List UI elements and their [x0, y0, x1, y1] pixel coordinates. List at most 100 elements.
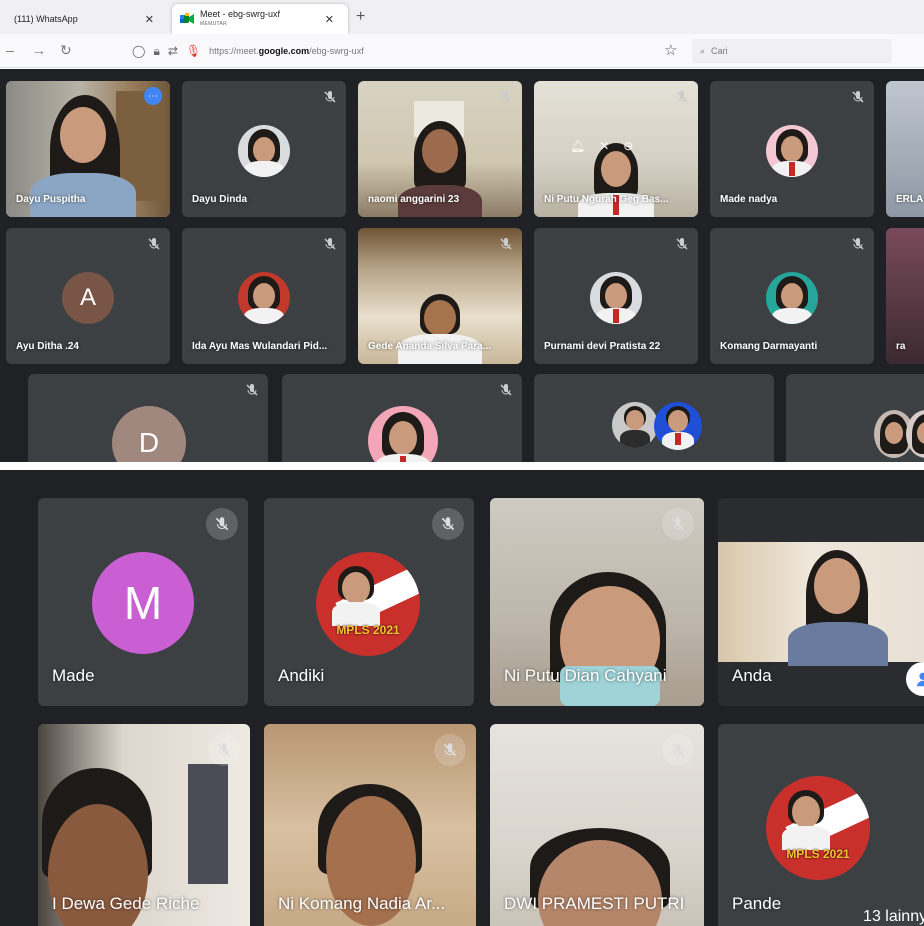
avatar: D — [112, 406, 186, 462]
mic-off-icon — [662, 508, 694, 540]
avatar — [766, 125, 818, 177]
tab-title: (111) WhatsApp — [14, 14, 78, 24]
participant-tile[interactable]: Anda — [718, 498, 924, 706]
meet-grid-bottom: M Made MPLS 2021 Andiki Ni Putu Dian Cah… — [0, 470, 924, 926]
mute-toggle-icon[interactable]: ✕ — [599, 139, 609, 153]
face — [60, 107, 106, 163]
participant-tile[interactable]: Dayu Dinda — [182, 81, 346, 217]
tab-whatsapp[interactable]: (111) WhatsApp ✕ — [0, 4, 168, 34]
tile-overlay-controls: 🔔︎ ✕ ⊖ — [570, 139, 633, 153]
mic-off-icon — [676, 91, 688, 103]
participant-tile[interactable]: MPLS 2021 Andiki — [264, 498, 474, 706]
url-text[interactable]: https://meet.google.com/ebg-swrg-uxf — [209, 46, 364, 56]
participant-tile[interactable]: Ni Komang Nadia Ar... — [264, 724, 476, 926]
search-input[interactable]: ⌕ Cari — [692, 39, 892, 63]
participant-name: Ni Putu Dian Cahyani — [504, 666, 667, 685]
participant-name: Dayu Puspitha — [16, 194, 86, 205]
shield-icon[interactable]: ◯ — [132, 44, 145, 58]
google-meet-icon — [180, 13, 194, 24]
forward-arrow-icon[interactable]: → — [32, 42, 46, 58]
participant-name: Ni Putu Ngurah Geg Bas... — [544, 194, 669, 205]
participant-tile[interactable]: MPLS 2021 Pande 13 lainnya — [718, 724, 924, 926]
participant-tile[interactable] — [786, 374, 924, 462]
mic-off-icon — [500, 91, 512, 103]
participant-tile[interactable]: ⋯ Dayu Puspitha — [6, 81, 170, 217]
participant-name: I Dewa Gede Riche — [52, 894, 200, 913]
mic-off-icon — [434, 734, 466, 766]
search-icon: ⌕ — [700, 45, 706, 56]
back-arrow-icon[interactable]: – — [6, 42, 14, 58]
tab-meet[interactable]: Meet - ebg-swrg-uxf MEMUTAR ✕ — [172, 4, 348, 34]
participant-tile[interactable]: naomi anggarini 23 — [358, 81, 522, 217]
participant-tile[interactable]: DWI PRAMESTI PUTRI — [490, 724, 704, 926]
participant-name: Anda — [732, 666, 772, 685]
navigation-bar: – → ↻ ◯ 🔒︎ ⇄ 🎙︎ https://meet.google.com/… — [0, 34, 924, 68]
mpls-2021-badge: MPLS 2021 — [316, 552, 420, 656]
avatar: A — [62, 272, 114, 324]
avatar — [368, 406, 438, 462]
new-tab-icon[interactable]: + — [356, 8, 365, 26]
participant-name: Komang Darmayanti — [720, 341, 818, 352]
participant-tile[interactable]: D — [28, 374, 268, 462]
mic-off-icon — [500, 384, 512, 396]
browser-tab-bar: (111) WhatsApp ✕ Meet - ebg-swrg-uxf MEM… — [0, 0, 924, 34]
participant-tile[interactable]: ERLA — [886, 81, 924, 217]
participant-tile[interactable]: Made nadya — [710, 81, 874, 217]
avatar — [238, 125, 290, 177]
hanging-clothes — [188, 764, 228, 884]
participant-tile[interactable]: Ni Putu Dian Cahyani — [490, 498, 704, 706]
more-participants-label[interactable]: 13 lainnya — [855, 906, 924, 926]
participant-name: naomi anggarini 23 — [368, 194, 460, 205]
participant-name: Made nadya — [720, 194, 778, 205]
meet-grid-top: ⋯ Dayu Puspitha Dayu Dinda naomi anggari… — [0, 69, 924, 462]
self-view-icon[interactable] — [906, 662, 924, 696]
address-bar[interactable]: ◯ 🔒︎ ⇄ 🎙︎ https://meet.google.com/ebg-sw… — [132, 39, 692, 63]
participant-tile[interactable]: 🔔︎ ✕ ⊖ Ni Putu Ngurah Geg Bas... — [534, 81, 698, 217]
participant-name: DWI PRAMESTI PUTRI — [504, 894, 685, 913]
participant-tile[interactable]: Ida Ayu Mas Wulandari Pid... — [182, 228, 346, 364]
participant-tile[interactable] — [534, 374, 774, 462]
more-options-icon[interactable]: ⋯ — [144, 87, 162, 105]
mic-off-icon — [324, 91, 336, 103]
lock-icon[interactable]: 🔒︎ — [153, 44, 159, 59]
participant-name: Ida Ayu Mas Wulandari Pid... — [192, 341, 328, 352]
video-feed — [718, 542, 924, 666]
participant-name: Gede Ananda Silva Para... — [368, 341, 492, 352]
participant-name: Pande — [732, 894, 782, 913]
url-domain: google.com — [258, 46, 310, 56]
participant-name: Andiki — [278, 666, 325, 685]
participant-tile[interactable]: Komang Darmayanti — [710, 228, 874, 364]
remove-icon[interactable]: ⊖ — [623, 139, 633, 153]
pin-icon[interactable]: 🔔︎ — [570, 139, 585, 153]
permissions-icon[interactable]: ⇄ — [168, 44, 178, 58]
participant-tile[interactable]: Gede Ananda Silva Para... — [358, 228, 522, 364]
participant-tile[interactable]: M Made — [38, 498, 248, 706]
participant-name: Made — [52, 666, 95, 685]
reload-icon[interactable]: ↻ — [60, 42, 72, 59]
participant-tile[interactable]: Purnami devi Pratista 22 — [534, 228, 698, 364]
participant-tile[interactable] — [282, 374, 522, 462]
mic-off-icon — [208, 734, 240, 766]
participant-tile[interactable]: I Dewa Gede Riche — [38, 724, 250, 926]
mic-off-icon — [676, 238, 688, 250]
badge-label: MPLS 2021 — [786, 847, 850, 862]
participant-name: ra — [896, 341, 906, 352]
badge-label: MPLS 2021 — [336, 623, 400, 638]
microphone-icon[interactable]: 🎙︎ — [186, 44, 201, 58]
mic-off-icon — [432, 508, 464, 540]
participant-name: Ni Komang Nadia Ar... — [278, 894, 446, 913]
close-tab-icon[interactable]: ✕ — [145, 13, 154, 26]
close-tab-icon[interactable]: ✕ — [325, 13, 334, 26]
avatar — [612, 402, 658, 448]
participant-tile[interactable]: ra — [886, 228, 924, 364]
mic-off-icon — [852, 238, 864, 250]
participant-tile[interactable]: A Ayu Ditha .24 — [6, 228, 170, 364]
mic-off-icon — [500, 238, 512, 250]
tab-status: MEMUTAR — [200, 21, 228, 27]
search-placeholder: Cari — [711, 46, 728, 56]
avatar — [766, 272, 818, 324]
bookmark-star-icon[interactable]: ☆ — [664, 41, 677, 59]
url-prefix: https://meet. — [209, 46, 259, 56]
participant-name: Dayu Dinda — [192, 194, 248, 205]
url-path: /ebg-swrg-uxf — [309, 46, 364, 56]
